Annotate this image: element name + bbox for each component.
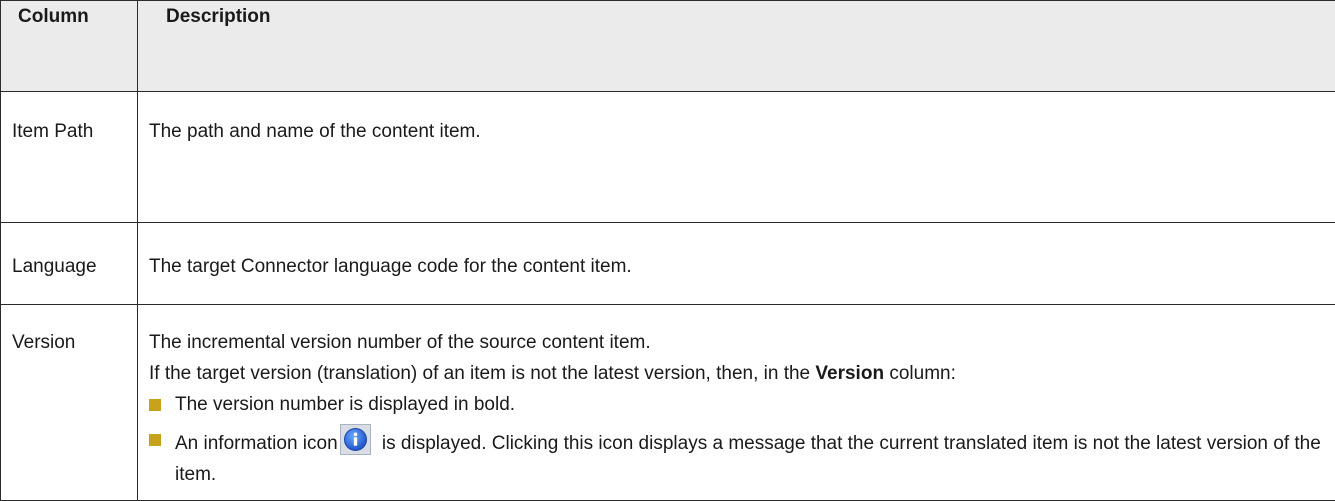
cell-label-version: Version	[1, 305, 138, 501]
version-bullet-list: The version number is displayed in bold.…	[149, 389, 1324, 490]
version-line-2: If the target version (translation) of a…	[149, 358, 1324, 389]
table-row-item-path: Item Path The path and name of the conte…	[1, 92, 1335, 223]
bullet-square-icon	[149, 434, 161, 446]
description-table: Column Description Item Path The path an…	[0, 0, 1335, 501]
cell-desc-item-path: The path and name of the content item.	[138, 92, 1335, 223]
list-item: The version number is displayed in bold.	[149, 389, 1324, 420]
version-line-2-start: If the target version (translation) of a…	[149, 363, 815, 384]
info-icon	[340, 424, 371, 455]
cell-label-language: Language	[1, 223, 138, 305]
table-row-version: Version The incremental version number o…	[1, 305, 1335, 501]
cell-desc-language: The target Connector language code for t…	[138, 223, 1335, 305]
cell-desc-version: The incremental version number of the so…	[138, 305, 1335, 501]
bullet-square-icon	[149, 399, 161, 411]
cell-label-item-path: Item Path	[1, 92, 138, 223]
version-line-2-end: column:	[884, 363, 956, 384]
table-row-language: Language The target Connector language c…	[1, 223, 1335, 305]
header-column: Column	[1, 1, 138, 92]
header-row: Column Description	[1, 1, 1335, 92]
version-line-1: The incremental version number of the so…	[149, 327, 1324, 358]
version-column-ref: Version	[815, 363, 884, 384]
bullet-2-start: An information icon	[175, 433, 338, 454]
header-description: Description	[138, 1, 1335, 92]
bullet-1-text: The version number is displayed in bold.	[175, 394, 515, 415]
list-item: An information icon is displayed. Clicki…	[149, 424, 1324, 490]
